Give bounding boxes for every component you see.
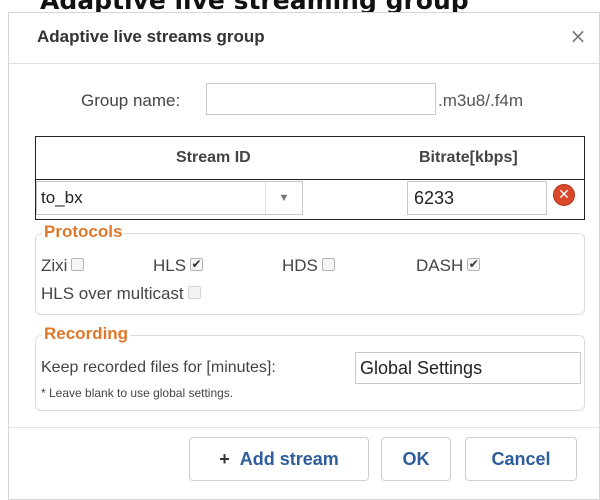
- stream-id-value: to_bx: [41, 188, 83, 207]
- ok-button[interactable]: OK: [381, 437, 451, 481]
- protocol-hls-label: HLS: [153, 256, 187, 275]
- protocol-zixi-checkbox[interactable]: [71, 258, 85, 272]
- dialog-title: Adaptive live streams group: [37, 27, 265, 46]
- close-icon[interactable]: ×: [567, 25, 589, 47]
- streams-table: Stream ID Bitrate[kbps] to_bx ▼ ✕: [35, 136, 585, 220]
- group-name-input[interactable]: [206, 83, 436, 115]
- protocol-hds-checkbox[interactable]: [321, 258, 335, 272]
- protocol-dash-checkbox[interactable]: ✔: [467, 258, 481, 272]
- recording-legend: Recording: [42, 324, 131, 344]
- add-stream-button[interactable]: + Add stream: [189, 437, 369, 481]
- bitrate-input[interactable]: [407, 181, 547, 215]
- stream-id-select[interactable]: to_bx ▼: [36, 181, 303, 215]
- streams-table-header: Stream ID Bitrate[kbps]: [36, 137, 584, 180]
- recording-duration-label: Keep recorded files for [minutes]:: [41, 359, 276, 376]
- stream-id-column-header: Stream ID: [176, 149, 251, 166]
- chevron-down-icon[interactable]: ▼: [265, 182, 302, 214]
- add-stream-label: Add stream: [239, 449, 339, 469]
- footer-divider: [9, 427, 599, 428]
- dialog-titlebar: Adaptive live streams group ×: [9, 13, 599, 64]
- protocol-hls-over-multicast-label: HLS over multicast: [41, 284, 184, 303]
- protocol-dash[interactable]: DASH ✔: [416, 256, 481, 276]
- protocol-zixi[interactable]: Zixi: [41, 256, 85, 276]
- cancel-button[interactable]: Cancel: [465, 437, 577, 481]
- group-name-suffix: .m3u8/.f4m: [438, 91, 524, 110]
- protocols-legend: Protocols: [42, 222, 125, 242]
- recording-fieldset: Recording Keep recorded files for [minut…: [35, 324, 585, 411]
- recording-note: * Leave blank to use global settings.: [41, 386, 234, 400]
- protocol-hls-checkbox[interactable]: ✔: [190, 258, 204, 272]
- plus-icon: +: [219, 449, 230, 469]
- protocol-hds-label: HDS: [282, 256, 318, 275]
- protocol-hls[interactable]: HLS ✔: [153, 256, 204, 276]
- remove-stream-icon[interactable]: ✕: [553, 184, 575, 206]
- protocol-hls-over-multicast-checkbox: [187, 286, 201, 300]
- protocol-hds[interactable]: HDS: [282, 256, 335, 276]
- bitrate-column-header: Bitrate[kbps]: [419, 149, 518, 166]
- protocol-zixi-label: Zixi: [41, 256, 68, 275]
- recording-duration-input[interactable]: [355, 352, 581, 384]
- adaptive-streams-dialog: Adaptive live streams group × Group name…: [8, 12, 600, 500]
- protocol-hls-over-multicast: HLS over multicast: [41, 284, 201, 304]
- protocols-fieldset: Protocols Zixi HLS ✔ HDS DASH ✔ HLS over m…: [35, 222, 585, 315]
- group-name-label: Group name:: [81, 91, 181, 110]
- protocol-dash-label: DASH: [416, 256, 464, 275]
